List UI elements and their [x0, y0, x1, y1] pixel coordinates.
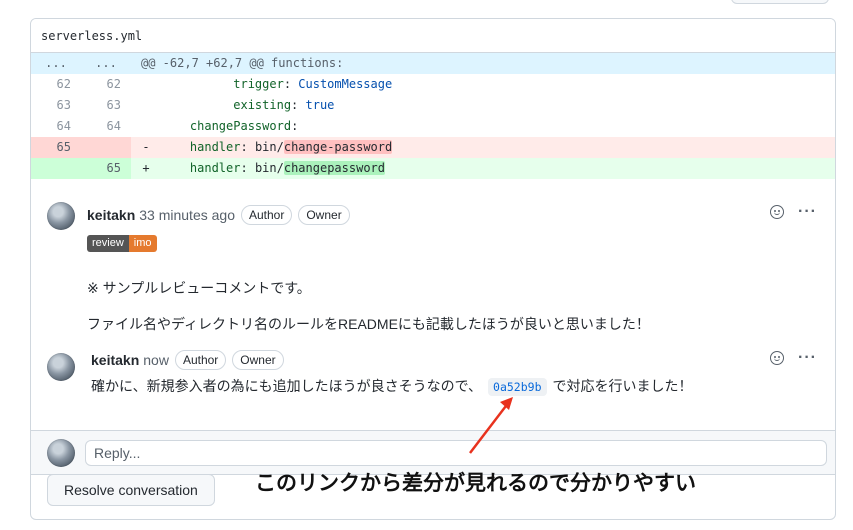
author-badge: Author — [240, 205, 293, 225]
addition-sign: + — [142, 161, 150, 175]
file-header: serverless.yml — [31, 19, 835, 53]
review-thread-panel: serverless.yml ... ... @@ -62,7 +62,7 @@… — [30, 18, 836, 520]
old-line-number[interactable]: 62 — [31, 74, 81, 95]
comment-author[interactable]: keitakn — [91, 352, 139, 368]
hunk-row: ... ... @@ -62,7 +62,7 @@ functions: — [31, 53, 835, 74]
yaml-key: existing — [233, 98, 292, 112]
label-imo: imo — [128, 235, 157, 252]
kebab-menu-icon[interactable]: ··· — [798, 350, 817, 366]
smiley-icon[interactable] — [770, 205, 785, 219]
deleted-text: change-password — [283, 140, 393, 154]
new-line-number[interactable]: 65 — [81, 158, 131, 179]
file-name[interactable]: serverless.yml — [41, 29, 142, 43]
yaml-key: changePassword — [189, 119, 292, 133]
reply-input[interactable]: Reply... — [85, 440, 827, 466]
yaml-key: handler — [189, 161, 241, 175]
comment-author[interactable]: keitakn — [87, 207, 135, 223]
author-badge: Author — [174, 350, 227, 370]
new-line-number[interactable]: 62 — [81, 74, 131, 95]
yaml-value: true — [305, 98, 335, 112]
kebab-menu-icon[interactable]: ··· — [798, 204, 817, 220]
comment-timestamp[interactable]: 33 minutes ago — [139, 207, 235, 223]
old-line-number[interactable]: 65 — [31, 137, 81, 158]
yaml-key: handler — [189, 140, 241, 154]
expand-down-button[interactable]: ... — [81, 53, 131, 74]
diff-row-deleted: 65 - handler: bin/change-password — [31, 137, 835, 158]
hunk-header: @@ -62,7 +62,7 @@ functions: — [131, 53, 835, 74]
new-line-number[interactable]: 63 — [81, 95, 131, 116]
comment-timestamp[interactable]: now — [143, 352, 169, 368]
smiley-icon[interactable] — [770, 351, 785, 365]
yaml-value: CustomMessage — [298, 77, 393, 91]
comment-body-line: ※ サンプルレビューコメントです。 — [87, 280, 311, 296]
new-line-number[interactable] — [81, 137, 131, 158]
old-line-number[interactable]: 64 — [31, 116, 81, 137]
diff-row: 64 64 changePassword: — [31, 116, 835, 137]
comment-body-line: ファイル名やディレクトリ名のルールをREADMEにも記載したほうが良いと思いまし… — [87, 316, 650, 332]
comment-body: 確かに、新規参入者の為にも追加したほうが良さそうなので、 0a52b9b で対応を行… — [91, 378, 693, 396]
old-line-number[interactable] — [31, 158, 81, 179]
diff-row: 62 62 trigger: CustomMessage — [31, 74, 835, 95]
owner-badge: Owner — [232, 350, 284, 370]
top-button-edge[interactable] — [731, 0, 829, 4]
resolve-conversation-button[interactable]: Resolve conversation — [47, 474, 215, 506]
added-text: changepassword — [283, 161, 385, 175]
avatar — [47, 439, 75, 467]
commit-sha-link[interactable]: 0a52b9b — [488, 378, 547, 396]
yaml-key: trigger — [233, 77, 284, 91]
label-review: review — [87, 235, 129, 252]
comment-labels: review imo — [87, 235, 157, 252]
expand-up-button[interactable]: ... — [31, 53, 81, 74]
avatar[interactable] — [47, 353, 75, 381]
avatar[interactable] — [47, 202, 75, 230]
deletion-sign: - — [142, 140, 150, 154]
new-line-number[interactable]: 64 — [81, 116, 131, 137]
old-line-number[interactable]: 63 — [31, 95, 81, 116]
diff-table: ... ... @@ -62,7 +62,7 @@ functions: 62 … — [31, 53, 835, 179]
owner-badge: Owner — [298, 205, 350, 225]
diff-row-added: 65 + handler: bin/changepassword — [31, 158, 835, 179]
diff-row: 63 63 existing: true — [31, 95, 835, 116]
annotation-caption: このリンクから差分が見れるので分かりやすい — [255, 471, 696, 495]
